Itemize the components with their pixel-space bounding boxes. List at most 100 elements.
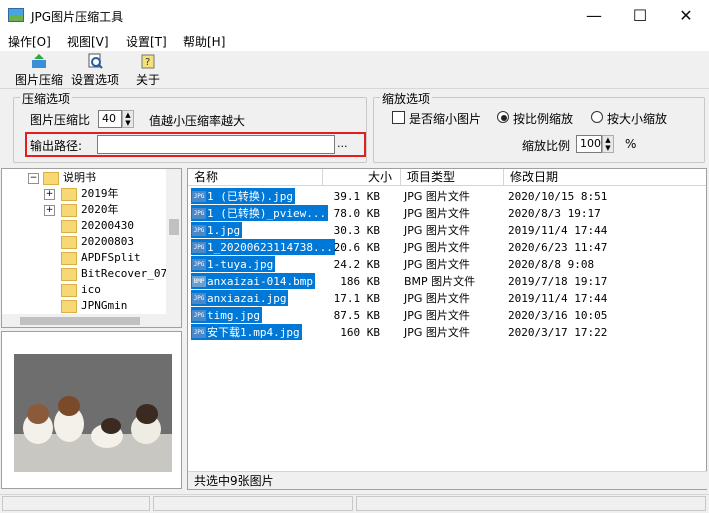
file-type: JPG 图片文件	[404, 190, 470, 203]
jpg-file-icon: JPG	[192, 190, 206, 202]
file-row[interactable]: JPG 1 (已转换).jpg 39.1 KB JPG 图片文件 2020/10/…	[188, 188, 706, 205]
browse-button[interactable]: ...	[337, 137, 348, 150]
menu-operate[interactable]: 操作[O]	[8, 33, 51, 50]
status-pane	[356, 496, 706, 511]
scale-ratio-stepper[interactable]: ▲ ▼	[602, 135, 614, 153]
file-list[interactable]: 名称 大小 项目类型 修改日期 JPG 1 (已转换).jpg 39.1 KB J…	[187, 168, 707, 490]
status-pane	[2, 496, 150, 511]
folder-icon	[61, 203, 77, 217]
shrink-label: 是否缩小图片	[409, 112, 482, 126]
tree-item[interactable]: JPNGmin	[61, 298, 127, 314]
help-icon: ?	[140, 53, 156, 69]
folder-icon	[61, 283, 77, 297]
file-size: 39.1 KB	[333, 190, 380, 203]
file-type: JPG 图片文件	[404, 207, 470, 220]
maximize-button[interactable]: ☐	[617, 0, 663, 31]
magnifier-icon	[87, 53, 103, 69]
shrink-checkbox[interactable]	[392, 111, 405, 124]
ratio-input[interactable]: 40	[98, 110, 122, 128]
about-button-label: 关于	[135, 73, 160, 87]
file-name: JPG 1 (已转换).jpg	[191, 188, 295, 204]
settings-button-label: 设置选项	[70, 73, 119, 87]
file-date: 2019/11/4 17:44	[508, 224, 608, 237]
file-name: JPG timg.jpg	[191, 307, 262, 323]
close-button[interactable]: ✕	[663, 0, 709, 31]
about-button[interactable]: ? 关于	[133, 53, 163, 87]
file-row[interactable]: JPG anxiazai.jpg 17.1 KB JPG 图片文件 2019/11…	[188, 290, 706, 307]
tree-item[interactable]: 20200803	[61, 234, 134, 250]
file-date: 2020/8/8 9:08	[508, 258, 595, 271]
tree-expand-icon[interactable]: +	[44, 205, 55, 216]
file-name: JPG anxiazai.jpg	[191, 290, 289, 306]
tree-expand-icon[interactable]: +	[44, 189, 55, 200]
file-size: 30.3 KB	[333, 224, 380, 237]
file-size: 24.2 KB	[333, 258, 380, 271]
folder-tree[interactable]: − 说明书 + 2019年 + 2020年 20200430 20200803 …	[1, 168, 182, 328]
file-name: BMP anxaizai-014.bmp	[191, 273, 315, 289]
menu-settings[interactable]: 设置[T]	[126, 33, 167, 50]
column-header-type[interactable]: 项目类型	[401, 169, 504, 186]
menu-view[interactable]: 视图[V]	[67, 33, 109, 50]
file-type: BMP 图片文件	[404, 275, 476, 288]
compress-options-legend: 压缩选项	[20, 90, 73, 107]
folder-icon	[61, 267, 77, 281]
output-path-label: 输出路径:	[30, 139, 83, 153]
folder-icon	[61, 187, 77, 201]
tree-item[interactable]: 2019年	[61, 186, 119, 202]
tree-item[interactable]: ico	[61, 282, 101, 298]
file-row[interactable]: JPG 1-tuya.jpg 24.2 KB JPG 图片文件 2020/8/8 …	[188, 256, 706, 273]
file-date: 2019/11/4 17:44	[508, 292, 608, 305]
file-size: 160 KB	[340, 326, 380, 339]
column-header-date[interactable]: 修改日期	[504, 169, 706, 186]
tree-hscroll-thumb[interactable]	[20, 317, 140, 325]
jpg-file-icon: JPG	[192, 241, 206, 253]
scale-ratio-input[interactable]: 100	[576, 135, 602, 153]
column-header-name[interactable]: 名称	[188, 169, 323, 186]
minimize-button[interactable]: —	[571, 0, 617, 31]
tree-item[interactable]: APDFSplit	[61, 250, 141, 266]
window-title: JPG图片压缩工具	[31, 10, 124, 24]
file-row[interactable]: BMP anxaizai-014.bmp 186 KB BMP 图片文件 2019…	[188, 273, 706, 290]
tree-item[interactable]: 2020年	[61, 202, 119, 218]
jpg-file-icon: JPG	[192, 224, 206, 236]
file-size: 186 KB	[340, 275, 380, 288]
file-row[interactable]: JPG 安下载1.mp4.jpg 160 KB JPG 图片文件 2020/3/1…	[188, 324, 706, 341]
file-type: JPG 图片文件	[404, 309, 470, 322]
compress-button[interactable]: 图片压缩	[13, 53, 65, 87]
file-size: 87.5 KB	[333, 309, 380, 322]
file-name: JPG 1_20200623114738...	[191, 239, 335, 255]
file-row[interactable]: JPG 1.jpg 30.3 KB JPG 图片文件 2019/11/4 17:4…	[188, 222, 706, 239]
file-date: 2020/6/23 11:47	[508, 241, 608, 254]
tree-item[interactable]: 说明书	[43, 170, 96, 186]
scale-unit: %	[625, 137, 637, 151]
settings-button[interactable]: 设置选项	[69, 53, 121, 87]
jpg-file-icon: JPG	[192, 207, 206, 219]
app-icon	[8, 8, 24, 22]
file-row[interactable]: JPG 1 (已转换)_pview... 78.0 KB JPG 图片文件 202…	[188, 205, 706, 222]
folder-icon	[61, 219, 77, 233]
ratio-stepper[interactable]: ▲ ▼	[122, 110, 134, 128]
column-header-size[interactable]: 大小	[323, 169, 401, 186]
tree-vertical-scrollbar[interactable]	[166, 169, 181, 314]
tree-horizontal-scrollbar[interactable]	[2, 314, 181, 327]
svg-text:?: ?	[145, 57, 150, 68]
file-row[interactable]: JPG 1_20200623114738... 20.6 KB JPG 图片文件 …	[188, 239, 706, 256]
file-type: JPG 图片文件	[404, 292, 470, 305]
menu-help[interactable]: 帮助[H]	[183, 33, 225, 50]
tree-item[interactable]: 20200430	[61, 218, 134, 234]
file-size: 78.0 KB	[333, 207, 380, 220]
folder-icon	[61, 251, 77, 265]
file-row[interactable]: JPG timg.jpg 87.5 KB JPG 图片文件 2020/3/16 1…	[188, 307, 706, 324]
tree-collapse-icon[interactable]: −	[28, 173, 39, 184]
folder-icon	[43, 171, 59, 185]
by-ratio-radio[interactable]	[497, 111, 509, 123]
by-size-radio[interactable]	[591, 111, 603, 123]
scale-ratio-label: 缩放比例	[522, 139, 571, 153]
file-name: JPG 1 (已转换)_pview...	[191, 205, 329, 221]
file-name: JPG 安下载1.mp4.jpg	[191, 324, 302, 340]
tree-item[interactable]: BitRecover_07-	[61, 266, 174, 282]
file-type: JPG 图片文件	[404, 241, 470, 254]
output-path-input[interactable]	[97, 135, 335, 154]
jpg-file-icon: JPG	[192, 326, 206, 338]
tree-vscroll-thumb[interactable]	[169, 219, 179, 235]
